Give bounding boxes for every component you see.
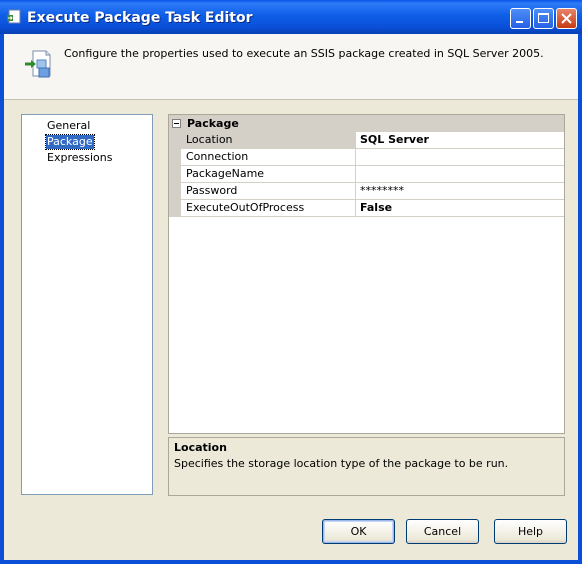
close-button[interactable] <box>556 8 577 29</box>
property-name: ExecuteOutOfProcess <box>181 200 356 216</box>
nav-item-general[interactable]: General <box>46 119 91 133</box>
property-name: Connection <box>181 149 356 165</box>
row-gutter <box>169 200 181 217</box>
header-banner: Configure the properties used to execute… <box>4 34 578 100</box>
close-icon <box>561 13 572 24</box>
property-value[interactable]: ******** <box>356 183 568 199</box>
property-row-password[interactable]: Password ******** <box>169 183 564 200</box>
nav-item-package[interactable]: Package <box>45 134 95 150</box>
page-nav-list[interactable]: General Package Expressions <box>21 114 153 495</box>
row-gutter <box>169 132 181 149</box>
property-row-connection[interactable]: Connection <box>169 149 564 166</box>
row-gutter <box>169 149 181 166</box>
description-text: Specifies the storage location type of t… <box>174 457 509 470</box>
row-gutter <box>169 183 181 200</box>
property-value[interactable] <box>356 166 568 182</box>
minimize-button[interactable] <box>510 8 531 29</box>
minimize-icon <box>516 21 523 23</box>
execute-package-icon <box>25 50 51 78</box>
property-value[interactable] <box>356 149 568 165</box>
dialog-client-area: Configure the properties used to execute… <box>4 34 578 560</box>
collapse-icon[interactable] <box>172 119 181 128</box>
property-name: Location <box>181 132 356 148</box>
nav-item-expressions[interactable]: Expressions <box>46 151 113 165</box>
property-row-location[interactable]: Location SQL Server <box>169 132 564 149</box>
property-name: PackageName <box>181 166 356 182</box>
ok-button[interactable]: OK <box>322 519 395 544</box>
title-bar[interactable]: Execute Package Task Editor <box>0 0 582 34</box>
window-title: Execute Package Task Editor <box>27 10 253 26</box>
property-row-packagename[interactable]: PackageName <box>169 166 564 183</box>
header-description: Configure the properties used to execute… <box>64 47 544 60</box>
description-panel: Location Specifies the storage location … <box>168 437 565 496</box>
maximize-icon <box>538 13 549 23</box>
category-label: Package <box>187 117 239 130</box>
row-gutter <box>169 166 181 183</box>
description-title: Location <box>174 441 227 454</box>
property-row-executeoutofprocess[interactable]: ExecuteOutOfProcess False <box>169 200 564 217</box>
category-row: Package <box>169 115 564 132</box>
package-task-icon <box>7 9 21 24</box>
property-grid[interactable]: Package Location SQL Server Connection P… <box>168 114 565 434</box>
cancel-button[interactable]: Cancel <box>406 519 479 544</box>
help-button[interactable]: Help <box>494 519 567 544</box>
property-name: Password <box>181 183 356 199</box>
property-value[interactable]: False <box>356 200 568 216</box>
maximize-button[interactable] <box>533 8 554 29</box>
property-value[interactable]: SQL Server <box>356 132 568 148</box>
dialog-window: Execute Package Task Editor Configure th… <box>0 0 582 564</box>
